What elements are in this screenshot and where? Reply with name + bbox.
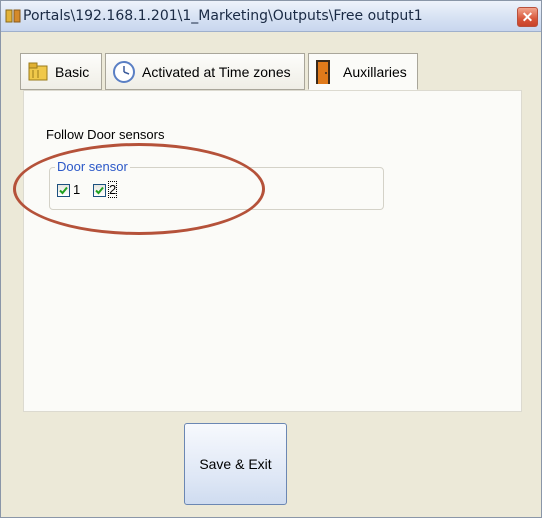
tab-label: Activated at Time zones: [142, 63, 291, 80]
close-button[interactable]: ✕: [517, 7, 538, 27]
close-icon: ✕: [521, 8, 534, 25]
section-title: Follow Door sensors: [46, 127, 165, 142]
tab-basic[interactable]: Basic: [20, 53, 102, 90]
tab-label: Auxillaries: [343, 63, 407, 80]
tab-label: Basic: [55, 63, 90, 80]
dialog-window: Portals\192.168.1.201\1_Marketing\Output…: [0, 0, 542, 518]
folder-icon: [27, 62, 49, 82]
door-icon: [315, 59, 331, 85]
window-title: Portals\192.168.1.201\1_Marketing\Output…: [23, 8, 423, 24]
title-bar[interactable]: Portals\192.168.1.201\1_Marketing\Output…: [1, 1, 541, 32]
highlight-ellipse: [13, 143, 265, 235]
clock-icon: [112, 60, 136, 84]
app-icon: [5, 9, 21, 23]
tab-activated-at-time-zones[interactable]: Activated at Time zones: [105, 53, 305, 90]
save-and-exit-button[interactable]: Save & Exit: [184, 423, 287, 505]
tab-auxillaries[interactable]: Auxillaries: [308, 53, 418, 90]
